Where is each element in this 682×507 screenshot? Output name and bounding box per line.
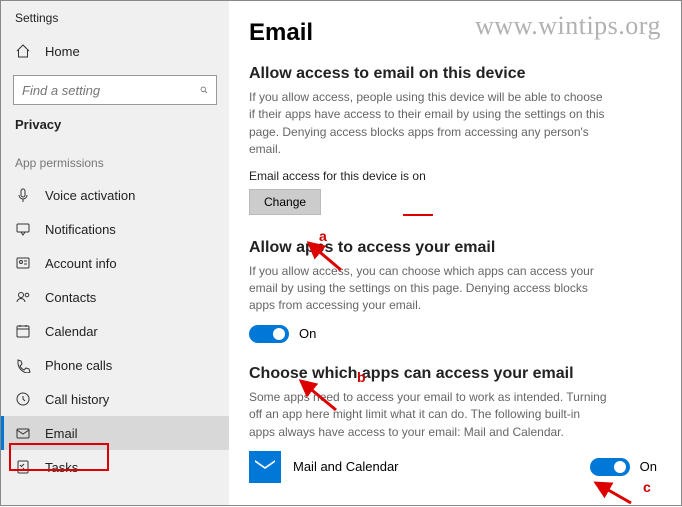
nav-account-info[interactable]: Account info	[1, 246, 229, 280]
nav-label: Contacts	[45, 290, 96, 305]
page-title: Email	[249, 19, 657, 47]
section-label: Privacy	[1, 117, 229, 144]
nav-calendar[interactable]: Calendar	[1, 314, 229, 348]
apps-access-toggle-label: On	[299, 326, 316, 341]
nav-label: Call history	[45, 392, 109, 407]
contacts-icon	[15, 289, 31, 305]
account-icon	[15, 255, 31, 271]
apps-access-toggle[interactable]	[249, 325, 289, 343]
nav-label: Email	[45, 426, 78, 441]
mail-app-toggle[interactable]	[590, 458, 630, 476]
main-content: Email Allow access to email on this devi…	[249, 1, 681, 505]
section3-desc: Some apps need to access your email to w…	[249, 389, 609, 441]
home-button[interactable]: Home	[1, 37, 229, 65]
history-icon	[15, 391, 31, 407]
mail-app-toggle-label: On	[640, 459, 657, 474]
window-title: Settings	[1, 11, 229, 25]
section1-desc: If you allow access, people using this d…	[249, 89, 609, 159]
search-icon	[200, 83, 208, 97]
notification-icon	[15, 221, 31, 237]
email-icon	[15, 425, 31, 441]
nav-tasks[interactable]: Tasks	[1, 450, 229, 484]
app-row-mail: Mail and Calendar On	[249, 451, 657, 483]
nav-email[interactable]: Email	[1, 416, 229, 450]
search-box[interactable]	[13, 75, 217, 105]
nav-label: Account info	[45, 256, 117, 271]
nav-label: Notifications	[45, 222, 116, 237]
home-icon	[15, 43, 31, 59]
nav-label: Voice activation	[45, 188, 135, 203]
mail-app-icon	[249, 451, 281, 483]
group-label: App permissions	[1, 144, 229, 178]
mic-icon	[15, 187, 31, 203]
change-button[interactable]: Change	[249, 189, 321, 215]
nav-notifications[interactable]: Notifications	[1, 212, 229, 246]
tasks-icon	[15, 459, 31, 475]
section2-heading: Allow apps to access your email	[249, 239, 657, 257]
nav-label: Phone calls	[45, 358, 112, 373]
section2-desc: If you allow access, you can choose whic…	[249, 263, 609, 315]
section1-status: Email access for this device is on	[249, 169, 657, 183]
search-input[interactable]	[22, 83, 200, 98]
section2-toggle-row: On	[249, 325, 657, 343]
phone-icon	[15, 357, 31, 373]
nav-voice-activation[interactable]: Voice activation	[1, 178, 229, 212]
home-label: Home	[45, 44, 80, 59]
section1-heading: Allow access to email on this device	[249, 65, 657, 83]
nav-label: Tasks	[45, 460, 78, 475]
calendar-icon	[15, 323, 31, 339]
app-name-label: Mail and Calendar	[293, 459, 399, 474]
sidebar: Settings Home Privacy App permissions Vo…	[1, 1, 229, 505]
nav-phone-calls[interactable]: Phone calls	[1, 348, 229, 382]
nav-call-history[interactable]: Call history	[1, 382, 229, 416]
section3-heading: Choose which apps can access your email	[249, 365, 657, 383]
nav-label: Calendar	[45, 324, 98, 339]
nav-contacts[interactable]: Contacts	[1, 280, 229, 314]
